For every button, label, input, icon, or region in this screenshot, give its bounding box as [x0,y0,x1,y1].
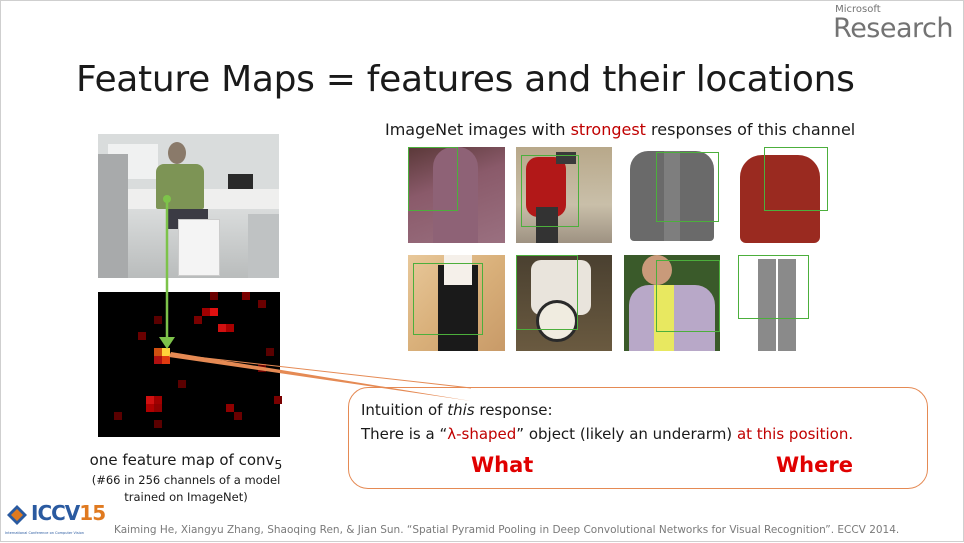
feature-map-caption-line1: one feature map of conv [89,451,275,469]
callout-line1-before: Intuition of [361,401,448,419]
slide: Microsoft Research Feature Maps = featur… [0,0,964,542]
citation: Kaiming He, Xiangyu Zhang, Shaoqing Ren,… [114,524,900,536]
callout-pointer-line [169,353,472,389]
label-what: What [471,453,534,477]
feature-map-caption: one feature map of conv5 (#66 in 256 cha… [81,451,291,506]
feature-map-caption-line2: (#66 in 256 channels of a model [91,473,281,487]
callout-line1: Intuition of this response: [361,401,553,419]
logo-text: ICCV [31,501,80,525]
iccv-logo: ICCV15 International Conference on Compu… [5,501,106,539]
down-arrow-head [159,337,175,349]
iccv-emblem-icon [7,505,27,525]
logo-sub: International Conference on Computer Vis… [5,531,84,535]
feature-map-caption-line3: trained on ImageNet) [124,490,248,504]
arrow-origin-dot [163,195,171,203]
callout-line2: There is a “λ-shaped” object (likely an … [361,425,853,443]
logo-num: 15 [79,501,106,525]
callout-line1-italic: this [447,401,475,419]
callout-line1-after: response: [474,401,553,419]
callout-line2-mid: ” object (likely an underarm) [516,425,737,443]
callout-line2-before: There is a “ [361,425,448,443]
callout-line2-red: λ-shaped [447,425,517,443]
feature-map-caption-subscript: 5 [274,457,283,472]
label-where: Where [776,453,853,477]
callout-line2-red2: at this position. [736,425,854,443]
